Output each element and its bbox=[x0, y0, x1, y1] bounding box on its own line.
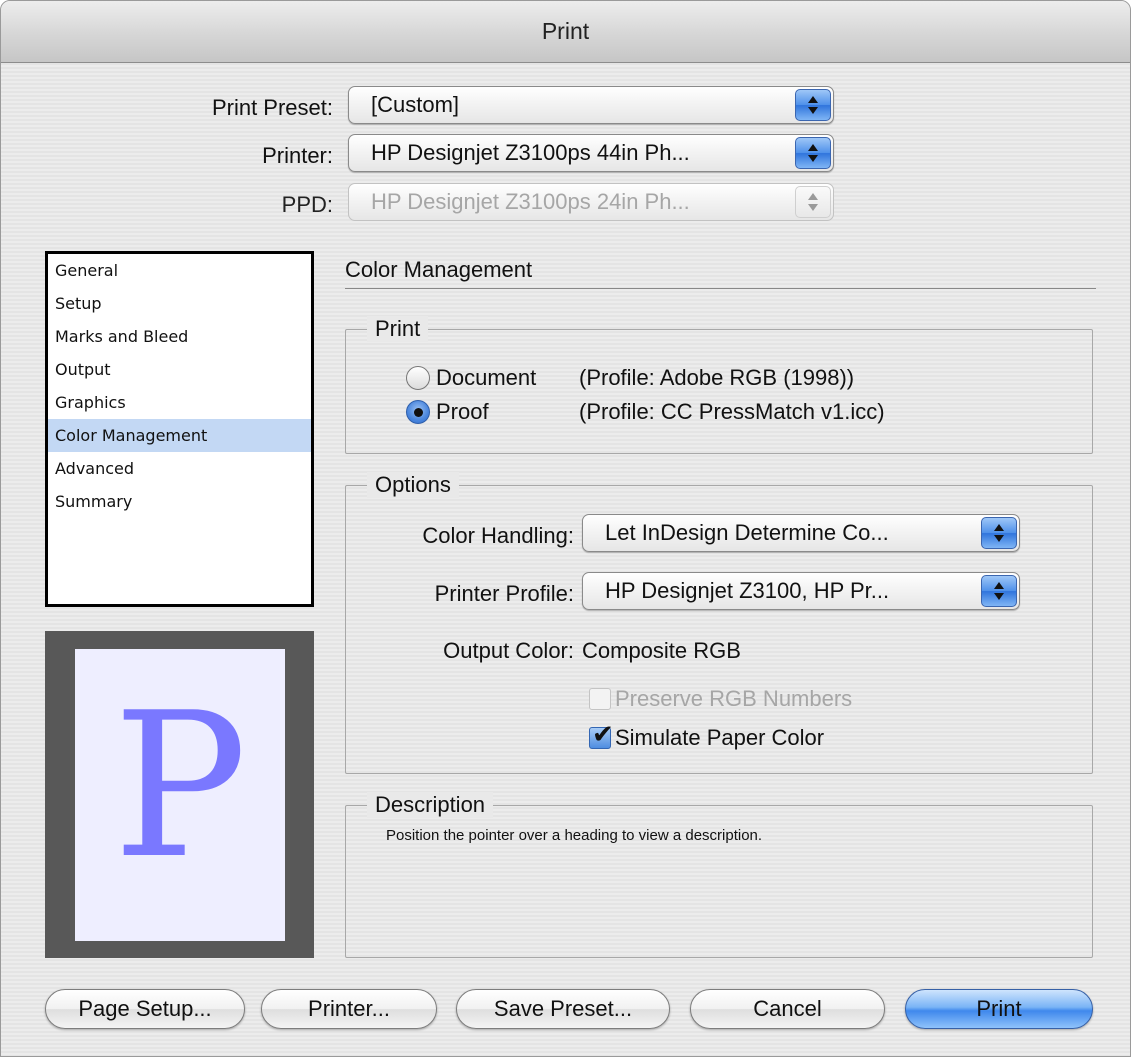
checkmark-icon: ✔ bbox=[592, 720, 614, 750]
document-radio-row[interactable]: Document bbox=[406, 365, 536, 391]
sidebar-item-setup[interactable]: Setup bbox=[48, 287, 311, 320]
panel-divider bbox=[345, 288, 1096, 289]
preview-glyph: P bbox=[112, 670, 248, 903]
sidebar-item-general[interactable]: General bbox=[48, 254, 311, 287]
document-radio[interactable] bbox=[406, 366, 430, 390]
ppd-label: PPD: bbox=[281, 192, 333, 217]
print-preset-popup[interactable]: [Custom] bbox=[348, 86, 834, 124]
sidebar-item-output[interactable]: Output bbox=[48, 353, 311, 386]
printer-popup[interactable]: HP Designjet Z3100ps 44in Ph... bbox=[348, 134, 834, 172]
sidebar-item-summary[interactable]: Summary bbox=[48, 485, 311, 518]
save-preset-button[interactable]: Save Preset... bbox=[456, 989, 670, 1029]
ppd-popup: HP Designjet Z3100ps 24in Ph... bbox=[348, 183, 834, 221]
simulate-paper-checkbox[interactable]: ✔ bbox=[589, 722, 614, 749]
output-color-value: Composite RGB bbox=[582, 638, 741, 663]
proof-radio-label: Proof bbox=[436, 399, 489, 424]
category-list[interactable]: General Setup Marks and Bleed Output Gra… bbox=[45, 251, 314, 607]
cancel-button[interactable]: Cancel bbox=[690, 989, 885, 1029]
preserve-rgb-row: Preserve RGB Numbers bbox=[589, 686, 852, 712]
proof-radio-row[interactable]: Proof bbox=[406, 399, 489, 425]
preserve-rgb-label: Preserve RGB Numbers bbox=[615, 686, 853, 711]
sidebar-item-color-management[interactable]: Color Management bbox=[48, 419, 311, 452]
print-preset-value: [Custom] bbox=[371, 92, 460, 117]
ppd-value: HP Designjet Z3100ps 24in Ph... bbox=[371, 189, 690, 214]
output-color-label: Output Color: bbox=[443, 638, 574, 663]
window-title: Print bbox=[1, 1, 1130, 63]
print-button[interactable]: Print bbox=[905, 989, 1093, 1029]
proof-profile: (Profile: CC PressMatch v1.icc) bbox=[579, 399, 885, 425]
page-setup-button[interactable]: Page Setup... bbox=[45, 989, 245, 1029]
print-group-label: Print bbox=[367, 316, 429, 342]
description-group-label: Description bbox=[367, 792, 494, 818]
sidebar-item-marks-and-bleed[interactable]: Marks and Bleed bbox=[48, 320, 311, 353]
popup-arrows-icon bbox=[795, 137, 831, 169]
printer-profile-popup[interactable]: HP Designjet Z3100, HP Pr... bbox=[582, 572, 1020, 610]
printer-profile-value: HP Designjet Z3100, HP Pr... bbox=[605, 578, 890, 603]
page-preview: P bbox=[45, 631, 314, 958]
color-handling-label: Color Handling: bbox=[422, 523, 574, 548]
preserve-rgb-checkbox bbox=[589, 688, 611, 710]
document-radio-label: Document bbox=[436, 365, 537, 390]
proof-radio[interactable] bbox=[406, 400, 430, 424]
popup-arrows-icon bbox=[981, 517, 1017, 549]
color-handling-popup[interactable]: Let InDesign Determine Co... bbox=[582, 514, 1020, 552]
popup-arrows-icon bbox=[795, 89, 831, 121]
print-dialog: Print Print Preset: [Custom] Printer: HP… bbox=[0, 0, 1131, 1057]
print-group bbox=[345, 329, 1093, 454]
print-preset-label: Print Preset: bbox=[211, 95, 333, 120]
proof-profile-text: (Profile: CC PressMatch v1.icc) bbox=[579, 399, 885, 424]
printer-value: HP Designjet Z3100ps 44in Ph... bbox=[371, 140, 690, 165]
simulate-paper-label: Simulate Paper Color bbox=[615, 725, 825, 750]
printer-profile-label: Printer Profile: bbox=[434, 581, 574, 606]
popup-arrows-icon bbox=[981, 575, 1017, 607]
printer-label: Printer: bbox=[262, 143, 333, 168]
document-profile-text: (Profile: Adobe RGB (1998)) bbox=[579, 365, 855, 390]
printer-button[interactable]: Printer... bbox=[261, 989, 437, 1029]
document-profile: (Profile: Adobe RGB (1998)) bbox=[579, 365, 854, 391]
simulate-paper-row[interactable]: ✔ Simulate Paper Color bbox=[589, 722, 825, 751]
sidebar-item-advanced[interactable]: Advanced bbox=[48, 452, 311, 485]
description-text: Position the pointer over a heading to v… bbox=[386, 827, 763, 844]
preview-page: P bbox=[75, 649, 285, 941]
sidebar-item-graphics[interactable]: Graphics bbox=[48, 386, 311, 419]
panel-title: Color Management bbox=[345, 257, 533, 282]
popup-arrows-icon bbox=[795, 186, 831, 218]
color-handling-value: Let InDesign Determine Co... bbox=[605, 520, 889, 545]
options-group-label: Options bbox=[367, 472, 459, 498]
